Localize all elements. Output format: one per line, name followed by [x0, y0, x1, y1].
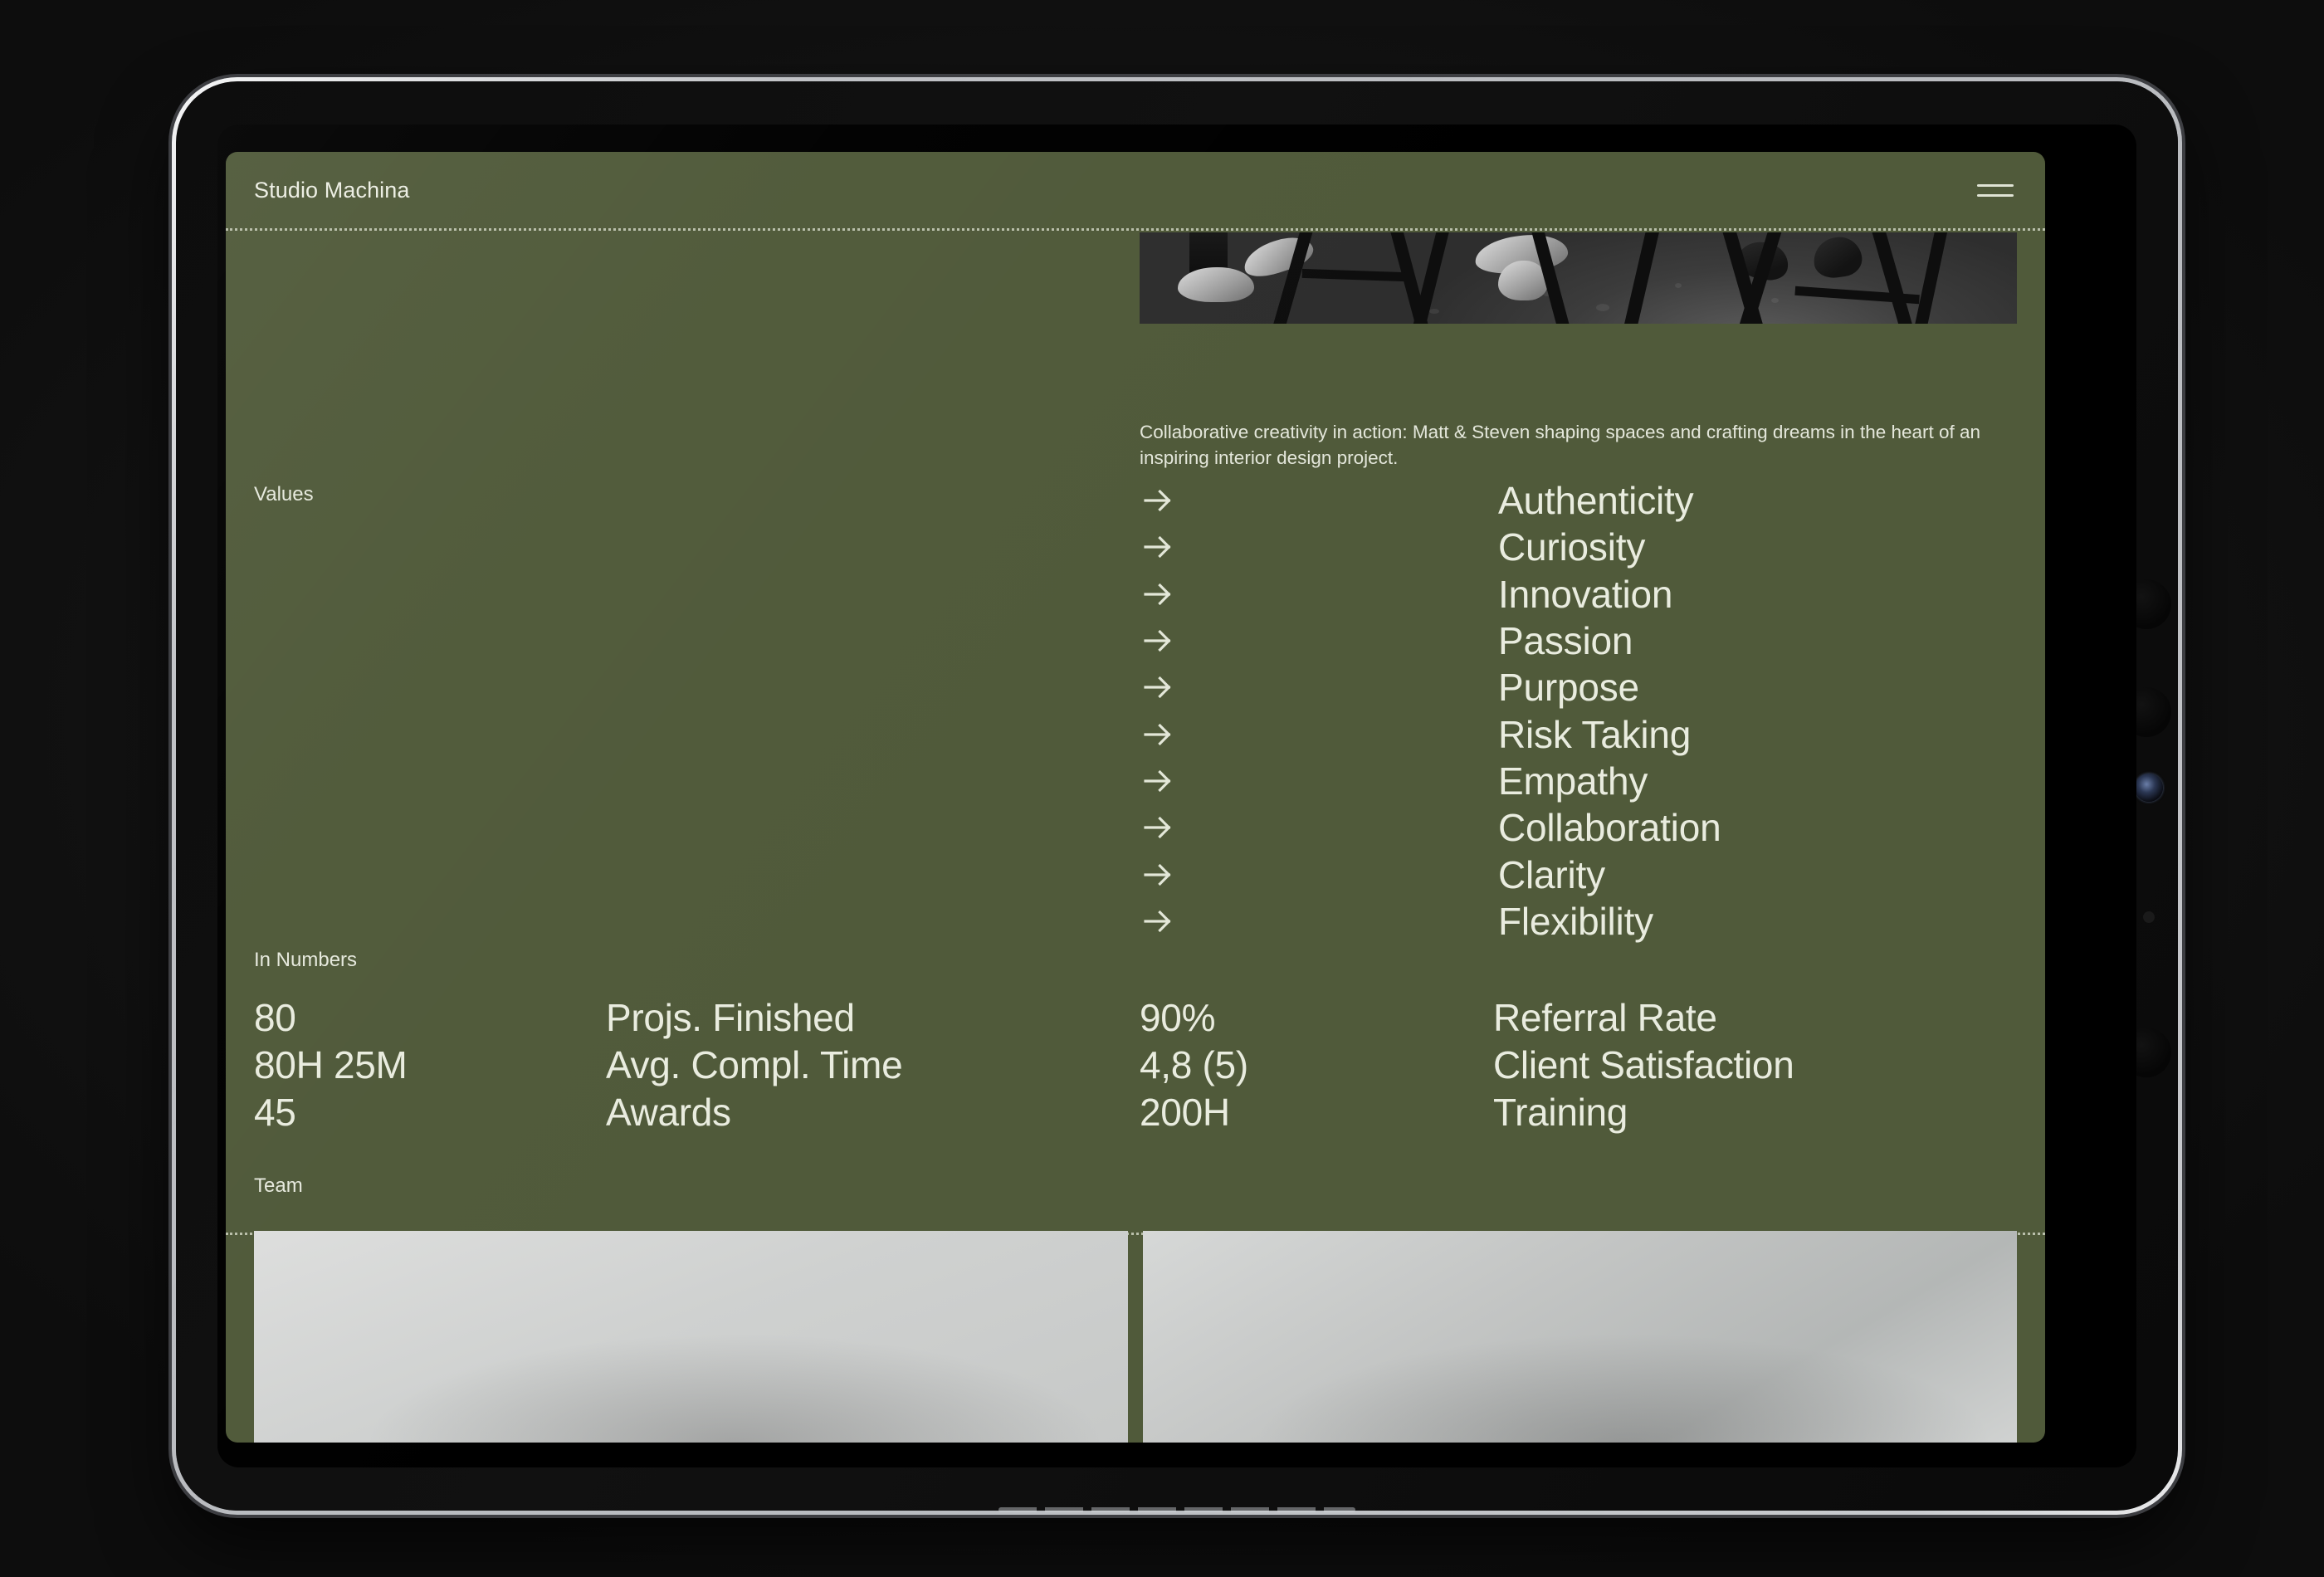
menu-line-1: [1977, 183, 2014, 187]
arrow-right-icon: [1140, 857, 1176, 893]
value-item[interactable]: Curiosity: [1140, 524, 2019, 570]
divider-top: [226, 228, 2045, 231]
arrow-right-icon: [1140, 716, 1176, 753]
arrow-right-icon: [1140, 622, 1176, 659]
ambient-sensor-icon: [2143, 911, 2155, 923]
arrow-right-icon: [1140, 809, 1176, 846]
stat-label: Referral Rate: [1493, 996, 1717, 1039]
stat-value: 80: [254, 996, 296, 1039]
value-label: Clarity: [1498, 852, 1605, 896]
stat-value: 90%: [1140, 996, 1216, 1039]
team-card-list: [254, 1231, 2017, 1443]
section-label-values: Values: [254, 483, 314, 505]
hero-image: [1140, 232, 2017, 324]
value-item[interactable]: Risk Taking: [1140, 710, 2019, 757]
team-card-image: [254, 1231, 1128, 1443]
arrow-right-icon: [1140, 669, 1176, 706]
hero-caption: Collaborative creativity in action: Matt…: [1140, 422, 1981, 468]
numbers-row: 45 Awards 200H Training: [254, 1093, 2022, 1140]
value-label: Empathy: [1498, 759, 1648, 803]
arrow-right-icon: [1140, 529, 1176, 565]
section-label-in-numbers: In Numbers: [254, 949, 358, 971]
floor-speck: [1674, 282, 1682, 288]
value-item[interactable]: Flexibility: [1140, 898, 2019, 945]
value-item[interactable]: Collaboration: [1140, 804, 2019, 851]
value-label: Passion: [1498, 619, 1633, 663]
stat-label: Awards: [606, 1091, 731, 1134]
brand-title[interactable]: Studio Machina: [254, 178, 410, 203]
numbers-grid: 80 Projs. Finished 90% Referral Rate 80H…: [254, 998, 2022, 1140]
arrow-right-icon: [1140, 903, 1176, 940]
value-item[interactable]: Passion: [1140, 618, 2019, 664]
value-item[interactable]: Authenticity: [1140, 477, 2019, 524]
stat-value: 80H 25M: [254, 1043, 408, 1086]
stat-label: Client Satisfaction: [1493, 1043, 1794, 1086]
floor-speck: [1595, 303, 1609, 311]
value-label: Purpose: [1498, 666, 1639, 710]
stat-value: 4,8 (5): [1140, 1043, 1248, 1086]
section-label-team: Team: [254, 1174, 303, 1197]
team-card-image: [1143, 1231, 2017, 1443]
value-label: Collaboration: [1498, 806, 1721, 850]
value-label: Flexibility: [1498, 899, 1653, 943]
team-card[interactable]: [1143, 1231, 2017, 1443]
arrow-right-icon: [1140, 482, 1176, 519]
site-header: Studio Machina: [226, 152, 2045, 228]
value-item[interactable]: Innovation: [1140, 571, 2019, 618]
arrow-right-icon: [1140, 576, 1176, 613]
speaker-grille: [998, 1507, 1355, 1512]
stat-value: 200H: [1140, 1091, 1230, 1134]
value-label: Innovation: [1498, 572, 1673, 616]
hero-shoe: [1178, 267, 1254, 302]
hamburger-menu-icon[interactable]: [1977, 178, 2014, 203]
numbers-row: 80 Projs. Finished 90% Referral Rate: [254, 998, 2022, 1046]
stat-value: 45: [254, 1091, 296, 1134]
stat-label: Projs. Finished: [606, 996, 855, 1039]
arrow-right-icon: [1140, 763, 1176, 799]
home-indicator-bar[interactable]: [1003, 1450, 1351, 1459]
numbers-row: 80H 25M Avg. Compl. Time 4,8 (5) Client …: [254, 1046, 2022, 1093]
value-item[interactable]: Purpose: [1140, 664, 2019, 710]
webpage-viewport: Studio Machina Collaborative creativity …: [226, 152, 2045, 1443]
value-item[interactable]: Empathy: [1140, 758, 2019, 804]
menu-line-2: [1977, 193, 2014, 197]
value-label: Authenticity: [1498, 479, 1694, 523]
tablet-device: Studio Machina Collaborative creativity …: [176, 81, 2178, 1512]
values-list: Authenticity Curiosity Innovation Passio…: [1140, 477, 2019, 945]
scene-backdrop: Studio Machina Collaborative creativity …: [0, 0, 2324, 1577]
camera-lens-icon: [2135, 774, 2163, 802]
tablet-screen: Studio Machina Collaborative creativity …: [217, 124, 2136, 1467]
value-label: Risk Taking: [1498, 712, 1692, 756]
stat-label: Avg. Compl. Time: [606, 1043, 903, 1086]
value-item[interactable]: Clarity: [1140, 851, 2019, 897]
team-card[interactable]: [254, 1231, 1128, 1443]
value-label: Curiosity: [1498, 525, 1646, 569]
stat-label: Training: [1493, 1091, 1628, 1134]
